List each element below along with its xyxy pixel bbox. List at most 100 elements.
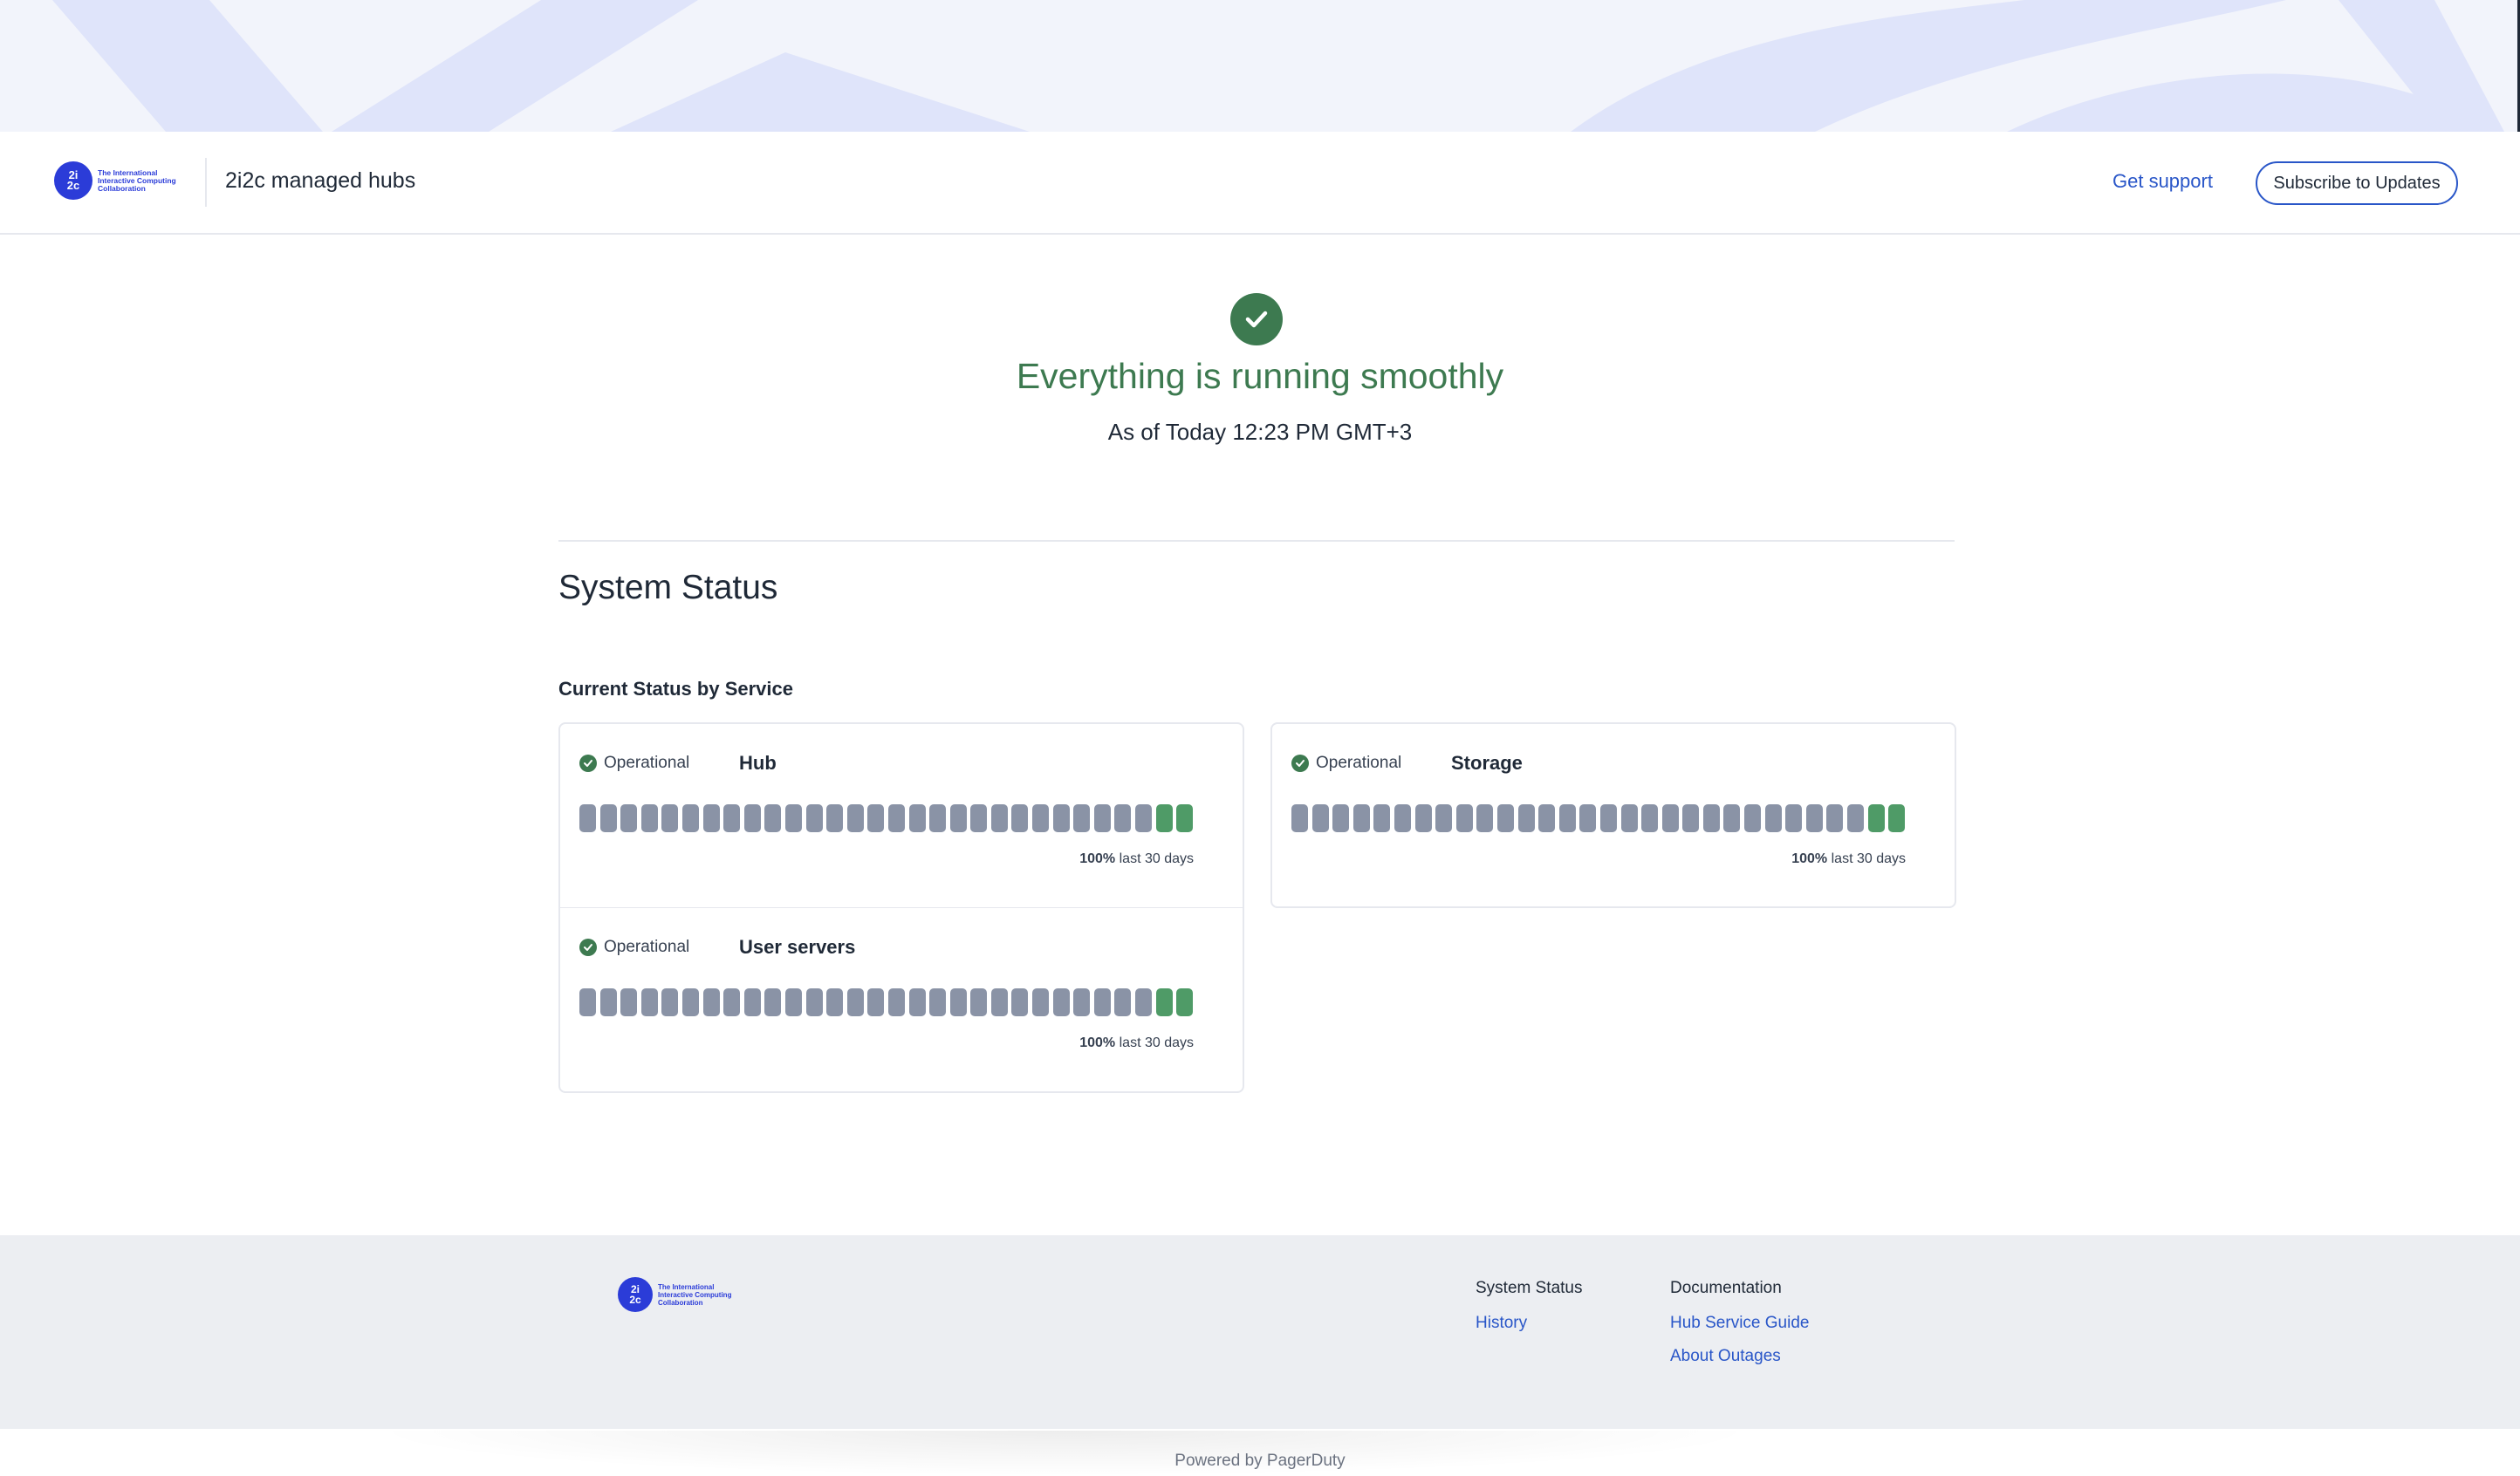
uptime-bar-no-data[interactable]: [1135, 988, 1153, 1016]
uptime-bar-no-data[interactable]: [620, 988, 638, 1016]
uptime-bar-no-data[interactable]: [1723, 804, 1741, 832]
uptime-bar-operational[interactable]: [1155, 804, 1173, 832]
uptime-bar-no-data[interactable]: [1682, 804, 1700, 832]
uptime-bar-no-data[interactable]: [681, 988, 699, 1016]
uptime-bar-no-data[interactable]: [723, 804, 741, 832]
uptime-bar-no-data[interactable]: [929, 988, 947, 1016]
uptime-bar-no-data[interactable]: [1599, 804, 1617, 832]
uptime-bar-no-data[interactable]: [1764, 804, 1782, 832]
uptime-bar-no-data[interactable]: [826, 804, 844, 832]
uptime-bar-no-data[interactable]: [990, 988, 1008, 1016]
footer-link-hub-service-guide[interactable]: Hub Service Guide: [1670, 1314, 1809, 1333]
uptime-bar-no-data[interactable]: [599, 804, 617, 832]
uptime-bar-no-data[interactable]: [579, 988, 596, 1016]
brand-logo[interactable]: 2i 2c The International Interactive Compu…: [54, 161, 194, 200]
uptime-bar-no-data[interactable]: [1032, 988, 1050, 1016]
uptime-bar-operational[interactable]: [1155, 988, 1173, 1016]
uptime-bar-no-data[interactable]: [1517, 804, 1535, 832]
uptime-bar-no-data[interactable]: [1435, 804, 1453, 832]
uptime-bar-operational[interactable]: [1867, 804, 1885, 832]
uptime-bar-no-data[interactable]: [1661, 804, 1679, 832]
subscribe-button[interactable]: Subscribe to Updates: [2256, 161, 2458, 205]
uptime-bar-no-data[interactable]: [1052, 804, 1070, 832]
uptime-bar-no-data[interactable]: [1311, 804, 1329, 832]
uptime-bar-no-data[interactable]: [743, 804, 761, 832]
uptime-bar-no-data[interactable]: [1744, 804, 1762, 832]
uptime-bar-no-data[interactable]: [887, 988, 905, 1016]
uptime-bar-no-data[interactable]: [764, 804, 782, 832]
uptime-bar-no-data[interactable]: [620, 804, 638, 832]
uptime-bar-no-data[interactable]: [970, 804, 988, 832]
uptime-bar-no-data[interactable]: [784, 804, 802, 832]
uptime-bar-no-data[interactable]: [1805, 804, 1823, 832]
uptime-bar-no-data[interactable]: [887, 804, 905, 832]
uptime-bar-no-data[interactable]: [1394, 804, 1411, 832]
uptime-bar-no-data[interactable]: [908, 804, 926, 832]
uptime-bar-no-data[interactable]: [1414, 804, 1432, 832]
uptime-bar-no-data[interactable]: [1114, 804, 1132, 832]
uptime-bar-no-data[interactable]: [579, 804, 596, 832]
uptime-bar-no-data[interactable]: [846, 988, 864, 1016]
uptime-bar-no-data[interactable]: [1291, 804, 1308, 832]
uptime-bar-no-data[interactable]: [846, 804, 864, 832]
uptime-bar-no-data[interactable]: [640, 988, 658, 1016]
uptime-bar-no-data[interactable]: [1332, 804, 1350, 832]
uptime-bar-no-data[interactable]: [805, 988, 823, 1016]
uptime-bar-operational[interactable]: [1888, 804, 1906, 832]
uptime-bar-no-data[interactable]: [1011, 804, 1029, 832]
uptime-bar-no-data[interactable]: [784, 988, 802, 1016]
uptime-bar-no-data[interactable]: [1093, 988, 1111, 1016]
uptime-bar-no-data[interactable]: [1093, 804, 1111, 832]
service-card-user-servers[interactable]: Operational User servers 100% last 30 da…: [558, 907, 1244, 1093]
uptime-bar-no-data[interactable]: [1011, 988, 1029, 1016]
uptime-bar-no-data[interactable]: [1785, 804, 1803, 832]
uptime-bar-no-data[interactable]: [1496, 804, 1514, 832]
uptime-bar-no-data[interactable]: [1847, 804, 1865, 832]
uptime-bar-no-data[interactable]: [1620, 804, 1638, 832]
uptime-bar-no-data[interactable]: [970, 988, 988, 1016]
uptime-bar-no-data[interactable]: [681, 804, 699, 832]
uptime-bar-no-data[interactable]: [743, 988, 761, 1016]
uptime-bar-no-data[interactable]: [1558, 804, 1576, 832]
uptime-bar-no-data[interactable]: [1538, 804, 1556, 832]
uptime-bar-no-data[interactable]: [1135, 804, 1153, 832]
uptime-bar-no-data[interactable]: [1476, 804, 1494, 832]
uptime-bar-no-data[interactable]: [867, 804, 885, 832]
uptime-bar-no-data[interactable]: [702, 804, 720, 832]
uptime-bar-operational[interactable]: [1176, 988, 1194, 1016]
uptime-bar-no-data[interactable]: [929, 804, 947, 832]
uptime-bar-no-data[interactable]: [723, 988, 741, 1016]
uptime-bar-no-data[interactable]: [1352, 804, 1370, 832]
uptime-bar-no-data[interactable]: [599, 988, 617, 1016]
service-card-storage[interactable]: Operational Storage 100% last 30 days: [1270, 722, 1956, 908]
uptime-bar-operational[interactable]: [1176, 804, 1194, 832]
uptime-bar-no-data[interactable]: [908, 988, 926, 1016]
uptime-bar-no-data[interactable]: [1579, 804, 1597, 832]
uptime-bar-no-data[interactable]: [1373, 804, 1391, 832]
uptime-bar-no-data[interactable]: [640, 804, 658, 832]
uptime-bar-no-data[interactable]: [702, 988, 720, 1016]
uptime-bar-no-data[interactable]: [764, 988, 782, 1016]
uptime-bar-no-data[interactable]: [949, 988, 967, 1016]
uptime-bar-no-data[interactable]: [661, 988, 679, 1016]
uptime-bar-no-data[interactable]: [1073, 988, 1091, 1016]
get-support-link[interactable]: Get support: [2113, 170, 2213, 193]
service-card-hub[interactable]: Operational Hub 100% last 30 days: [558, 722, 1244, 908]
uptime-bar-no-data[interactable]: [661, 804, 679, 832]
uptime-bar-no-data[interactable]: [867, 988, 885, 1016]
footer-link-about-outages[interactable]: About Outages: [1670, 1347, 1809, 1366]
uptime-bar-no-data[interactable]: [990, 804, 1008, 832]
uptime-bar-no-data[interactable]: [1455, 804, 1473, 832]
uptime-bar-no-data[interactable]: [1073, 804, 1091, 832]
uptime-bar-no-data[interactable]: [1052, 988, 1070, 1016]
uptime-bar-no-data[interactable]: [1114, 988, 1132, 1016]
uptime-bar-no-data[interactable]: [949, 804, 967, 832]
uptime-bar-no-data[interactable]: [826, 988, 844, 1016]
uptime-bar-no-data[interactable]: [1032, 804, 1050, 832]
uptime-bar-no-data[interactable]: [1641, 804, 1659, 832]
uptime-bar-no-data[interactable]: [805, 804, 823, 832]
uptime-bar-no-data[interactable]: [1826, 804, 1844, 832]
uptime-bar-no-data[interactable]: [1702, 804, 1720, 832]
footer-link-history[interactable]: History: [1476, 1314, 1583, 1333]
footer-logo[interactable]: 2i 2c The International Interactive Compu…: [618, 1277, 749, 1312]
